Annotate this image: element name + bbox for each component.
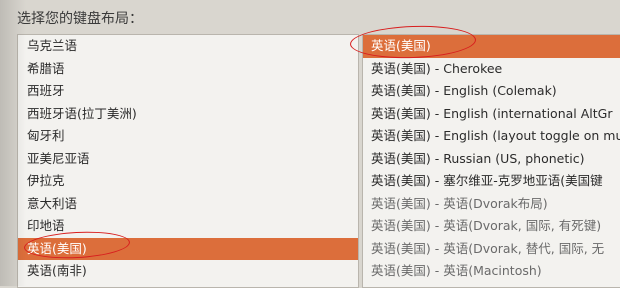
variant-item-colemak[interactable]: 英语(美国) - English (Colemak): [363, 80, 620, 103]
layout-item-italian[interactable]: 意大利语: [18, 193, 358, 216]
layout-item-armenian[interactable]: 亚美尼亚语: [18, 148, 358, 171]
layout-item-spanish-latin-america[interactable]: 西班牙语(拉丁美洲): [18, 103, 358, 126]
variant-item-layout-toggle[interactable]: 英语(美国) - English (layout toggle on mu: [363, 125, 620, 148]
layout-item-english-us[interactable]: 英语(美国): [18, 237, 358, 260]
variant-item-dvorak[interactable]: 英语(美国) - 英语(Dvorak布局): [363, 193, 620, 216]
variant-item-dvorak-alt-intl[interactable]: 英语(美国) - 英语(Dvorak, 替代, 国际, 无: [363, 238, 620, 261]
layout-list[interactable]: 乌克兰语 希腊语 西班牙 西班牙语(拉丁美洲) 匈牙利 亚美尼亚语 伊拉克 意大…: [17, 34, 359, 288]
variant-item-international-altgr[interactable]: 英语(美国) - English (international AltGr: [363, 103, 620, 126]
layout-item-ukrainian[interactable]: 乌克兰语: [18, 35, 358, 58]
variant-item-english-us[interactable]: 英语(美国): [363, 35, 620, 58]
variant-item-macintosh[interactable]: 英语(美国) - 英语(Macintosh): [363, 260, 620, 283]
layout-item-hungary[interactable]: 匈牙利: [18, 125, 358, 148]
variant-item-dvorak-intl-dead-keys[interactable]: 英语(美国) - 英语(Dvorak, 国际, 有死键): [363, 215, 620, 238]
variant-item-cherokee[interactable]: 英语(美国) - Cherokee: [363, 58, 620, 81]
variant-item-serbo-croatian[interactable]: 英语(美国) - 塞尔维亚-克罗地亚语(美国键: [363, 170, 620, 193]
keyboard-layout-heading: 选择您的键盘布局：: [17, 11, 143, 27]
variant-item-russian-phonetic[interactable]: 英语(美国) - Russian (US, phonetic): [363, 148, 620, 171]
layout-item-iraq[interactable]: 伊拉克: [18, 170, 358, 193]
layout-item-greek[interactable]: 希腊语: [18, 58, 358, 81]
variant-list[interactable]: 英语(美国) 英语(美国) - Cherokee 英语(美国) - Englis…: [362, 34, 620, 288]
layout-item-english-south-africa[interactable]: 英语(南非): [18, 260, 358, 283]
layout-item-hindi[interactable]: 印地语: [18, 215, 358, 238]
layout-item-spain[interactable]: 西班牙: [18, 80, 358, 103]
